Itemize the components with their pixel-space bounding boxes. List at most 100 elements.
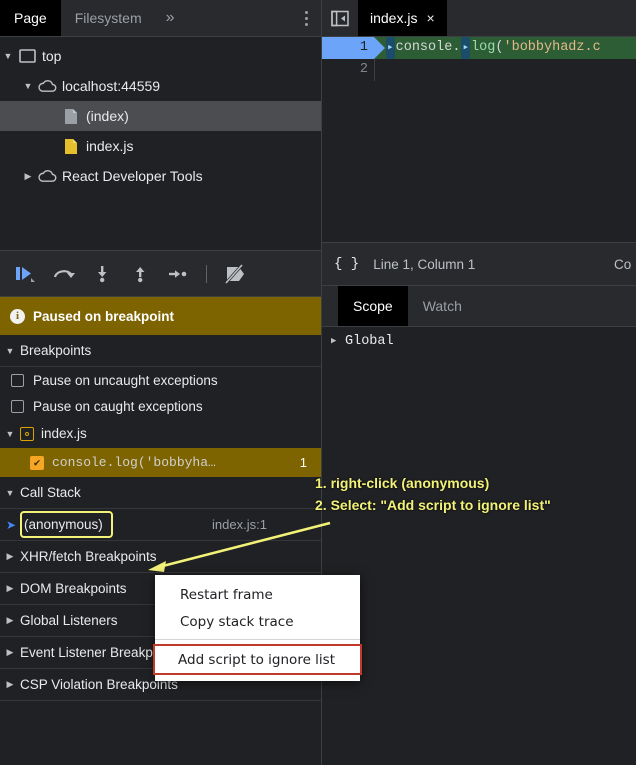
kebab-dot <box>304 10 308 14</box>
chevron-down-icon[interactable]: ▼ <box>20 81 36 91</box>
line-number[interactable]: 1 <box>322 37 385 59</box>
tree-item-top[interactable]: ▼ top <box>0 41 321 71</box>
source-tabbar: index.js × <box>322 0 636 37</box>
step-into-button[interactable] <box>84 259 120 289</box>
pause-uncaught-exceptions-checkbox[interactable] <box>11 373 24 387</box>
chevron-right-icon[interactable]: ▶ <box>0 679 20 690</box>
context-menu-item-copy-stack-trace[interactable]: Copy stack trace <box>155 608 360 635</box>
pause-caught-exceptions-checkbox[interactable] <box>11 399 24 413</box>
cloud-icon <box>36 79 58 93</box>
code-line-content: ▸ console. ▸ log('bobbyhadz.c <box>375 37 636 59</box>
breakpoint-item-row[interactable]: ✔ console.log('bobbyha… 1 <box>0 448 321 477</box>
context-menu-item-add-script-to-ignore-list[interactable]: Add script to ignore list <box>153 644 362 675</box>
call-stack-frame-name[interactable]: (anonymous) <box>20 511 113 538</box>
tabbar-spacer <box>185 0 291 36</box>
editor-status-bar: { } Line 1, Column 1 Co <box>322 242 636 286</box>
tree-item-indexjs[interactable]: ▸ index.js <box>0 131 321 161</box>
current-frame-arrow-icon: ➤ <box>5 517 17 532</box>
breakpoint-enabled-checkbox[interactable]: ✔ <box>30 455 44 470</box>
token-paren: ( <box>495 40 504 55</box>
show-navigator-icon[interactable] <box>322 0 358 36</box>
paused-banner-text: Paused on breakpoint <box>33 308 175 324</box>
chevron-right-icon[interactable]: ▶ <box>20 171 36 182</box>
source-tab-label: index.js <box>370 10 418 26</box>
context-menu-separator <box>155 639 360 640</box>
close-icon[interactable]: × <box>426 11 434 25</box>
navigator-tabbar: Page Filesystem » <box>0 0 321 37</box>
tree-item-index[interactable]: ▸ (index) <box>0 101 321 131</box>
tree-spacer-icon: ▸ <box>44 141 60 152</box>
code-line-content <box>375 59 636 81</box>
step-out-button[interactable] <box>122 259 158 289</box>
chevron-right-icon[interactable]: ▶ <box>0 583 20 594</box>
right-column: index.js × 1 ▸ console. ▸ log('bobbyhadz.c … <box>322 0 636 765</box>
document-icon <box>60 108 82 125</box>
fold-marker-icon[interactable]: ▸ <box>386 37 395 59</box>
toolbar-divider <box>206 264 207 283</box>
coverage-label[interactable]: Co <box>614 257 636 272</box>
file-tree: ▼ top ▼ localhost:44559 ▸ (index) <box>0 37 321 251</box>
breakpoint-file-icon <box>20 426 34 441</box>
pane-title: XHR/fetch Breakpoints <box>20 549 157 564</box>
breakpoint-dot <box>25 431 29 436</box>
tab-filesystem[interactable]: Filesystem <box>61 0 156 36</box>
tree-item-label: index.js <box>86 138 134 154</box>
scope-row-global[interactable]: ▶ Global <box>322 327 636 355</box>
chevron-down-icon[interactable]: ▼ <box>0 429 20 439</box>
pane-header-breakpoints[interactable]: ▼ Breakpoints <box>0 335 321 367</box>
context-menu-item-label: Restart frame <box>180 586 273 603</box>
tab-page[interactable]: Page <box>0 0 61 36</box>
call-stack-frame-row[interactable]: ➤ (anonymous) index.js:1 <box>0 509 321 541</box>
breakpoint-file-row[interactable]: ▼ index.js <box>0 419 321 448</box>
pause-uncaught-exceptions-row[interactable]: Pause on uncaught exceptions <box>0 367 321 393</box>
breakpoint-snippet: console.log('bobbyha… <box>52 455 216 470</box>
pane-title: DOM Breakpoints <box>20 581 127 596</box>
pretty-print-icon[interactable]: { } <box>334 256 359 272</box>
kebab-dot <box>304 16 308 20</box>
chevron-right-icon[interactable]: ▶ <box>0 647 20 658</box>
line-number[interactable]: 2 <box>322 59 374 81</box>
resume-button[interactable] <box>8 259 44 289</box>
tree-item-label: (index) <box>86 108 129 124</box>
tree-item-localhost[interactable]: ▼ localhost:44559 <box>0 71 321 101</box>
more-tabs-icon[interactable]: » <box>156 0 185 36</box>
pane-header-call-stack[interactable]: ▼ Call Stack <box>0 477 321 509</box>
cursor-position: Line 1, Column 1 <box>373 256 476 272</box>
tab-watch-label: Watch <box>422 298 462 314</box>
chevron-right-icon[interactable]: ▶ <box>0 551 20 562</box>
step-button[interactable] <box>160 259 196 289</box>
pane-title: Call Stack <box>20 485 81 500</box>
breakpoint-file-name: index.js <box>41 426 87 441</box>
chevron-right-icon[interactable]: ▶ <box>0 615 20 626</box>
context-menu: Restart frame Copy stack trace Add scrip… <box>153 575 362 681</box>
chevron-down-icon[interactable]: ▼ <box>0 346 20 356</box>
pause-uncaught-exceptions-label: Pause on uncaught exceptions <box>33 372 218 388</box>
kebab-menu-icon[interactable] <box>291 0 321 36</box>
call-stack-frame-location[interactable]: index.js:1 <box>212 517 267 532</box>
chevron-down-icon[interactable]: ▼ <box>0 51 16 61</box>
deactivate-breakpoints-button[interactable] <box>217 259 253 289</box>
code-line-1: 1 ▸ console. ▸ log('bobbyhadz.c <box>322 37 636 59</box>
chevron-right-icon[interactable]: ▶ <box>331 336 345 346</box>
more-tabs-label: » <box>165 9 175 26</box>
step-over-button[interactable] <box>46 259 82 289</box>
tab-watch[interactable]: Watch <box>408 286 477 326</box>
frame-icon <box>16 49 38 63</box>
tab-scope[interactable]: Scope <box>338 286 408 326</box>
tree-item-react-devtools[interactable]: ▶ React Developer Tools <box>0 161 321 191</box>
breakpoint-line-number: 1 <box>299 455 307 470</box>
pause-caught-exceptions-row[interactable]: Pause on caught exceptions <box>0 393 321 419</box>
context-menu-padding <box>155 675 360 681</box>
fold-marker-icon[interactable]: ▸ <box>461 37 471 59</box>
code-editor[interactable]: 1 ▸ console. ▸ log('bobbyhadz.c 2 <box>322 37 636 242</box>
cloud-icon <box>36 169 58 183</box>
pane-header-xhr-fetch-breakpoints[interactable]: ▶ XHR/fetch Breakpoints <box>0 541 321 573</box>
chevron-down-icon[interactable]: ▼ <box>0 488 20 498</box>
context-menu-item-label: Add script to ignore list <box>178 651 335 668</box>
kebab-dot <box>304 22 308 26</box>
token-string: 'bobbyhadz.c <box>503 40 601 55</box>
context-menu-item-restart-frame[interactable]: Restart frame <box>155 581 360 608</box>
devtools-sources-panel: Page Filesystem » ▼ top ▼ localhost:4455… <box>0 0 636 765</box>
source-tab-indexjs[interactable]: index.js × <box>358 0 447 36</box>
token-dot: . <box>452 40 461 55</box>
